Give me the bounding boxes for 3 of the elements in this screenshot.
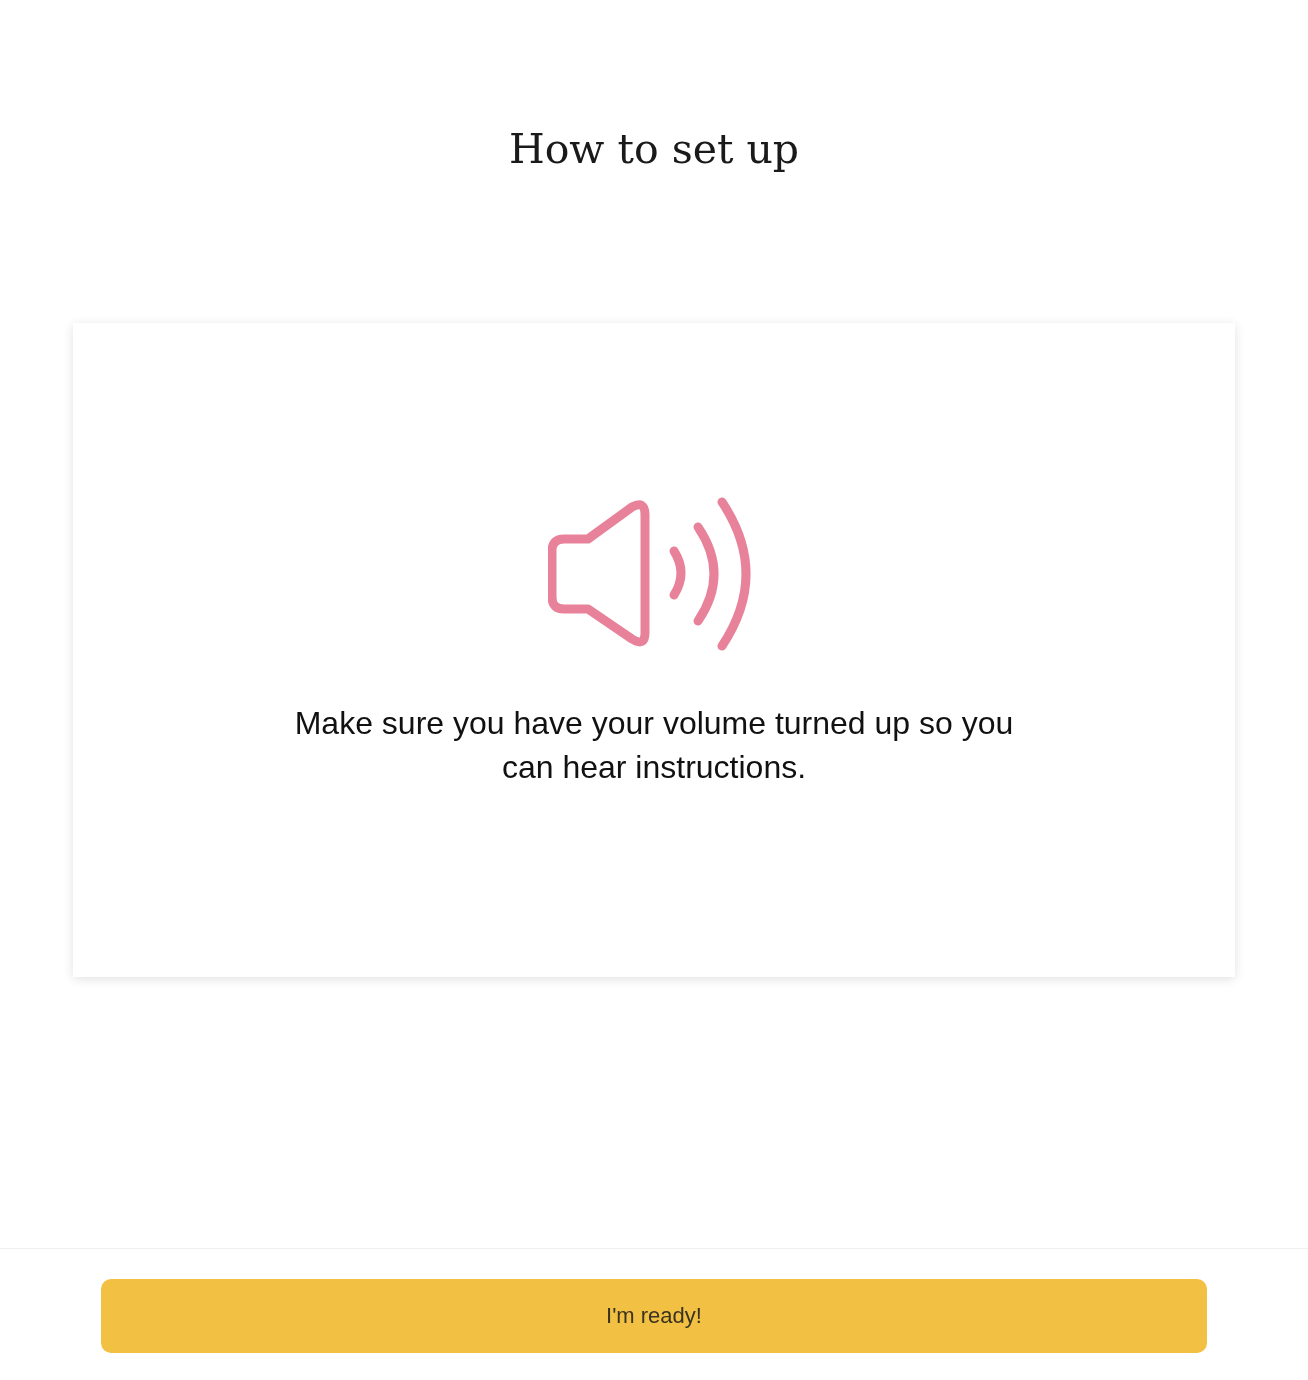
ready-button[interactable]: I'm ready! <box>101 1279 1207 1353</box>
page-title: How to set up <box>508 124 800 175</box>
volume-instructions: Make sure you have your volume turned up so you can hear instructions. <box>293 704 1015 787</box>
